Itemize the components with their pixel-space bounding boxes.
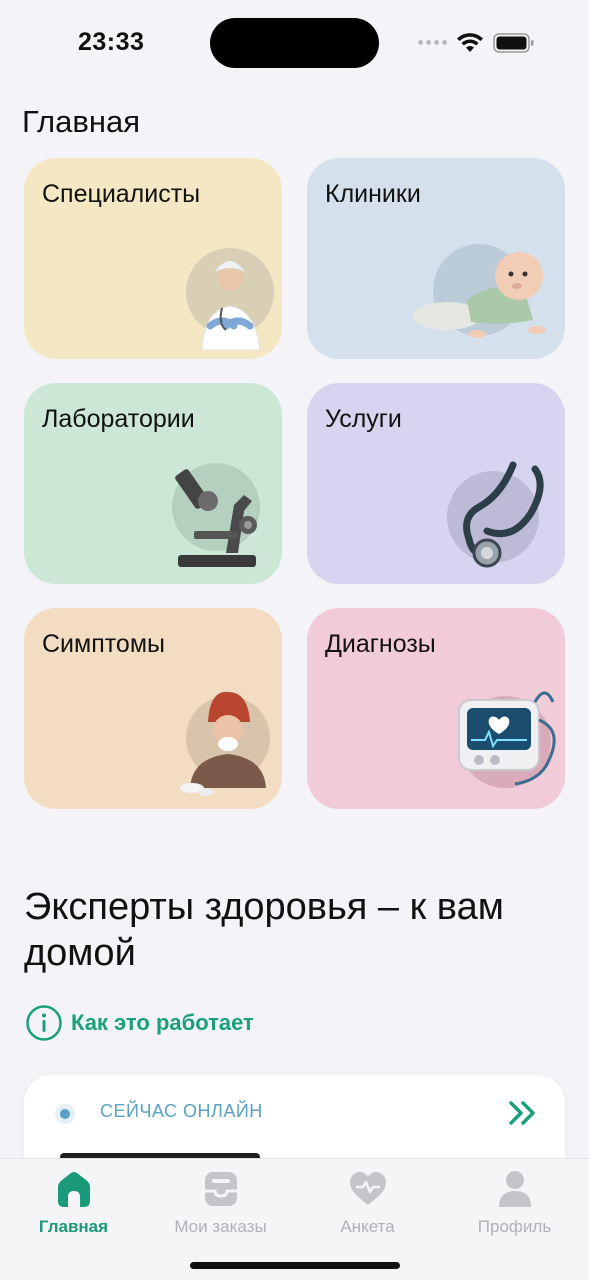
how-it-works-label: Как это работает (71, 1010, 254, 1035)
microscope-photo-icon (172, 463, 260, 567)
home-icon (57, 1172, 90, 1207)
category-card-laboratories[interactable]: Лаборатории (24, 383, 282, 584)
category-card-services[interactable]: Услуги (307, 383, 565, 584)
status-time: 23:33 (78, 28, 145, 56)
battery-icon (493, 33, 534, 53)
heart-monitor-photo-icon (458, 691, 556, 788)
online-status-icon (55, 1104, 75, 1124)
heart-icon (349, 1172, 386, 1205)
category-label: Диагнозы (325, 630, 436, 658)
wifi-icon (457, 33, 483, 52)
home-indicator[interactable] (190, 1262, 400, 1269)
profile-icon (498, 1171, 531, 1207)
orders-icon (204, 1172, 237, 1206)
tab-my-orders[interactable]: Мои заказы (147, 1167, 294, 1237)
category-card-specialists[interactable]: Специалисты (24, 158, 282, 359)
category-card-diagnoses[interactable]: Диагнозы (307, 608, 565, 809)
category-label: Специалисты (42, 180, 201, 208)
category-label: Услуги (325, 405, 402, 433)
tab-profile[interactable]: Профиль (441, 1167, 588, 1237)
tab-label: Анкета (340, 1217, 395, 1236)
category-card-clinics[interactable]: Клиники (307, 158, 565, 359)
dynamic-island (210, 18, 379, 68)
tab-questionnaire[interactable]: Анкета (294, 1167, 441, 1237)
stethoscope-photo-icon (447, 461, 544, 568)
category-card-symptoms[interactable]: Симптомы (24, 608, 282, 809)
baby-photo-icon (413, 244, 546, 338)
how-it-works-link[interactable]: Как это работает (25, 1004, 254, 1042)
category-label: Лаборатории (42, 405, 195, 433)
promo-headline: Эксперты здоровья – к вам домой (24, 886, 504, 974)
tab-label: Главная (38, 1217, 109, 1236)
double-chevron-right-icon[interactable] (507, 1099, 539, 1127)
doctor-photo-icon (186, 248, 274, 350)
tab-home[interactable]: Главная (0, 1167, 147, 1237)
cellular-signal-icon (418, 40, 450, 48)
tab-label: Мои заказы (174, 1217, 267, 1236)
status-bar: 23:33 (0, 0, 589, 90)
category-label: Клиники (325, 180, 421, 208)
sick-person-photo-icon (180, 691, 270, 796)
online-now-label: СЕЙЧАС ОНЛАЙН (100, 1101, 263, 1121)
info-icon (26, 1005, 62, 1041)
tab-label: Профиль (477, 1217, 552, 1236)
page-title: Главная (22, 104, 140, 139)
category-label: Симптомы (42, 630, 165, 658)
